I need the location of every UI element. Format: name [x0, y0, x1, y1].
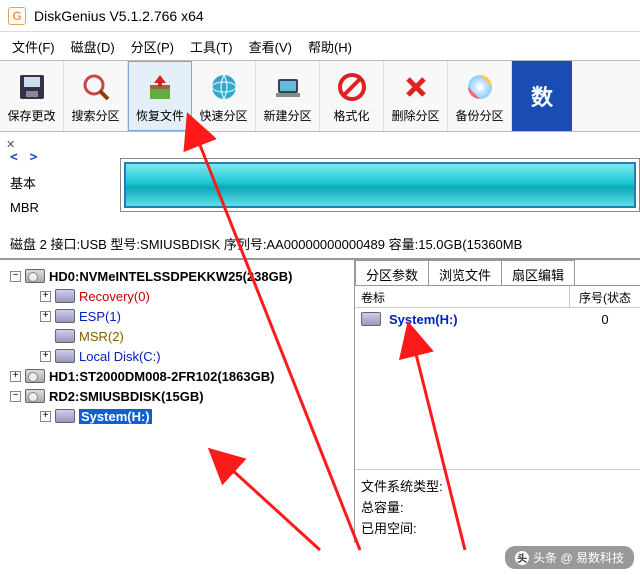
disk-bar[interactable]: [120, 158, 640, 212]
partition-icon: [55, 289, 75, 303]
expand-icon[interactable]: +: [10, 371, 21, 382]
menubar: 文件(F) 磁盘(D) 分区(P) 工具(T) 查看(V) 帮助(H): [0, 32, 640, 60]
tree-rd2[interactable]: RD2:SMIUSBDISK(15GB): [49, 389, 204, 404]
list-header: 卷标 序号(状态: [355, 286, 640, 308]
menu-tool[interactable]: 工具(T): [184, 34, 239, 59]
list-row[interactable]: System(H:) 0: [355, 308, 640, 330]
tree-hd1[interactable]: HD1:ST2000DM008-2FR102(1863GB): [49, 369, 274, 384]
tree-local[interactable]: Local Disk(C:): [79, 349, 161, 364]
list-body[interactable]: System(H:) 0: [355, 308, 640, 469]
disk-map-area: ✕ < > 基本 MBR: [0, 132, 640, 229]
expand-icon[interactable]: +: [40, 351, 51, 362]
window-title: DiskGenius V5.1.2.766 x64: [34, 8, 204, 24]
disk-scheme: MBR: [10, 200, 120, 215]
tree-system-selected[interactable]: System(H:): [79, 409, 152, 424]
expand-icon[interactable]: +: [40, 291, 51, 302]
expand-icon[interactable]: +: [40, 311, 51, 322]
partition-icon: [55, 349, 75, 363]
disk-icon: [25, 369, 45, 383]
recover-button[interactable]: 恢复文件: [128, 61, 192, 131]
promo-banner[interactable]: 数: [512, 61, 572, 131]
stat-fs: 文件系统类型:: [361, 476, 634, 495]
menu-view[interactable]: 查看(V): [243, 34, 298, 59]
tree-msr[interactable]: MSR(2): [79, 329, 124, 344]
watermark-icon: 头: [515, 551, 529, 565]
disk-info-line: 磁盘 2 接口:USB 型号:SMIUSBDISK 序列号:AA00000000…: [0, 229, 640, 259]
stat-used: 已用空间:: [361, 518, 634, 537]
nav-arrows[interactable]: < >: [10, 150, 120, 165]
menu-partition[interactable]: 分区(P): [125, 34, 180, 59]
partition-icon: [55, 409, 75, 423]
tree-recovery[interactable]: Recovery(0): [79, 289, 150, 304]
menu-disk[interactable]: 磁盘(D): [65, 34, 121, 59]
partition-icon: [55, 309, 75, 323]
toolbar: 保存更改 搜索分区 恢复文件 快速分区 新建分区 格式化 删除分区 备份分区 数: [0, 60, 640, 132]
tree-esp[interactable]: ESP(1): [79, 309, 121, 324]
disk-icon: [25, 389, 45, 403]
format-button[interactable]: 格式化: [320, 61, 384, 131]
quick-partition-button[interactable]: 快速分区: [192, 61, 256, 131]
globe-icon: [206, 69, 242, 105]
disk-type: 基本: [10, 173, 120, 192]
col-serial[interactable]: 序号(状态: [570, 286, 640, 307]
titlebar: G DiskGenius V5.1.2.766 x64: [0, 0, 640, 32]
collapse-icon[interactable]: −: [10, 391, 21, 402]
tab-parameters[interactable]: 分区参数: [355, 260, 429, 285]
partition-icon: [361, 312, 381, 326]
col-label[interactable]: 卷标: [355, 286, 570, 307]
delete-partition-button[interactable]: 删除分区: [384, 61, 448, 131]
tree-hd0[interactable]: HD0:NVMeINTELSSDPEKKW25(238GB): [49, 269, 292, 284]
partition-icon: [55, 329, 75, 343]
right-panel: 分区参数 浏览文件 扇区编辑 卷标 序号(状态 System(H:) 0 文件系…: [355, 260, 640, 543]
watermark: 头 头条 @ 易数科技: [505, 546, 634, 569]
tabs: 分区参数 浏览文件 扇区编辑: [355, 260, 640, 286]
partition-tree[interactable]: − HD0:NVMeINTELSSDPEKKW25(238GB) + Recover…: [0, 260, 355, 543]
x-icon: [398, 69, 434, 105]
close-icon[interactable]: ✕: [6, 138, 15, 151]
row-serial: 0: [570, 312, 640, 327]
recover-icon: [142, 69, 178, 105]
search-button[interactable]: 搜索分区: [64, 61, 128, 131]
new-partition-button[interactable]: 新建分区: [256, 61, 320, 131]
tab-browse[interactable]: 浏览文件: [428, 260, 502, 285]
menu-file[interactable]: 文件(F): [6, 34, 61, 59]
row-name: System(H:): [389, 312, 458, 327]
stats: 文件系统类型: 总容量: 已用空间:: [355, 469, 640, 543]
laptop-icon: [270, 69, 306, 105]
tab-sector[interactable]: 扇区编辑: [501, 260, 575, 285]
backup-button[interactable]: 备份分区: [448, 61, 512, 131]
collapse-icon[interactable]: −: [10, 271, 21, 282]
menu-help[interactable]: 帮助(H): [302, 34, 358, 59]
app-logo-icon: G: [8, 7, 26, 25]
disk-icon: [25, 269, 45, 283]
floppy-icon: [14, 69, 50, 105]
stat-total: 总容量:: [361, 497, 634, 516]
magnifier-icon: [78, 69, 114, 105]
cd-icon: [462, 69, 498, 105]
expand-icon[interactable]: +: [40, 411, 51, 422]
save-button[interactable]: 保存更改: [0, 61, 64, 131]
no-icon: [334, 69, 370, 105]
